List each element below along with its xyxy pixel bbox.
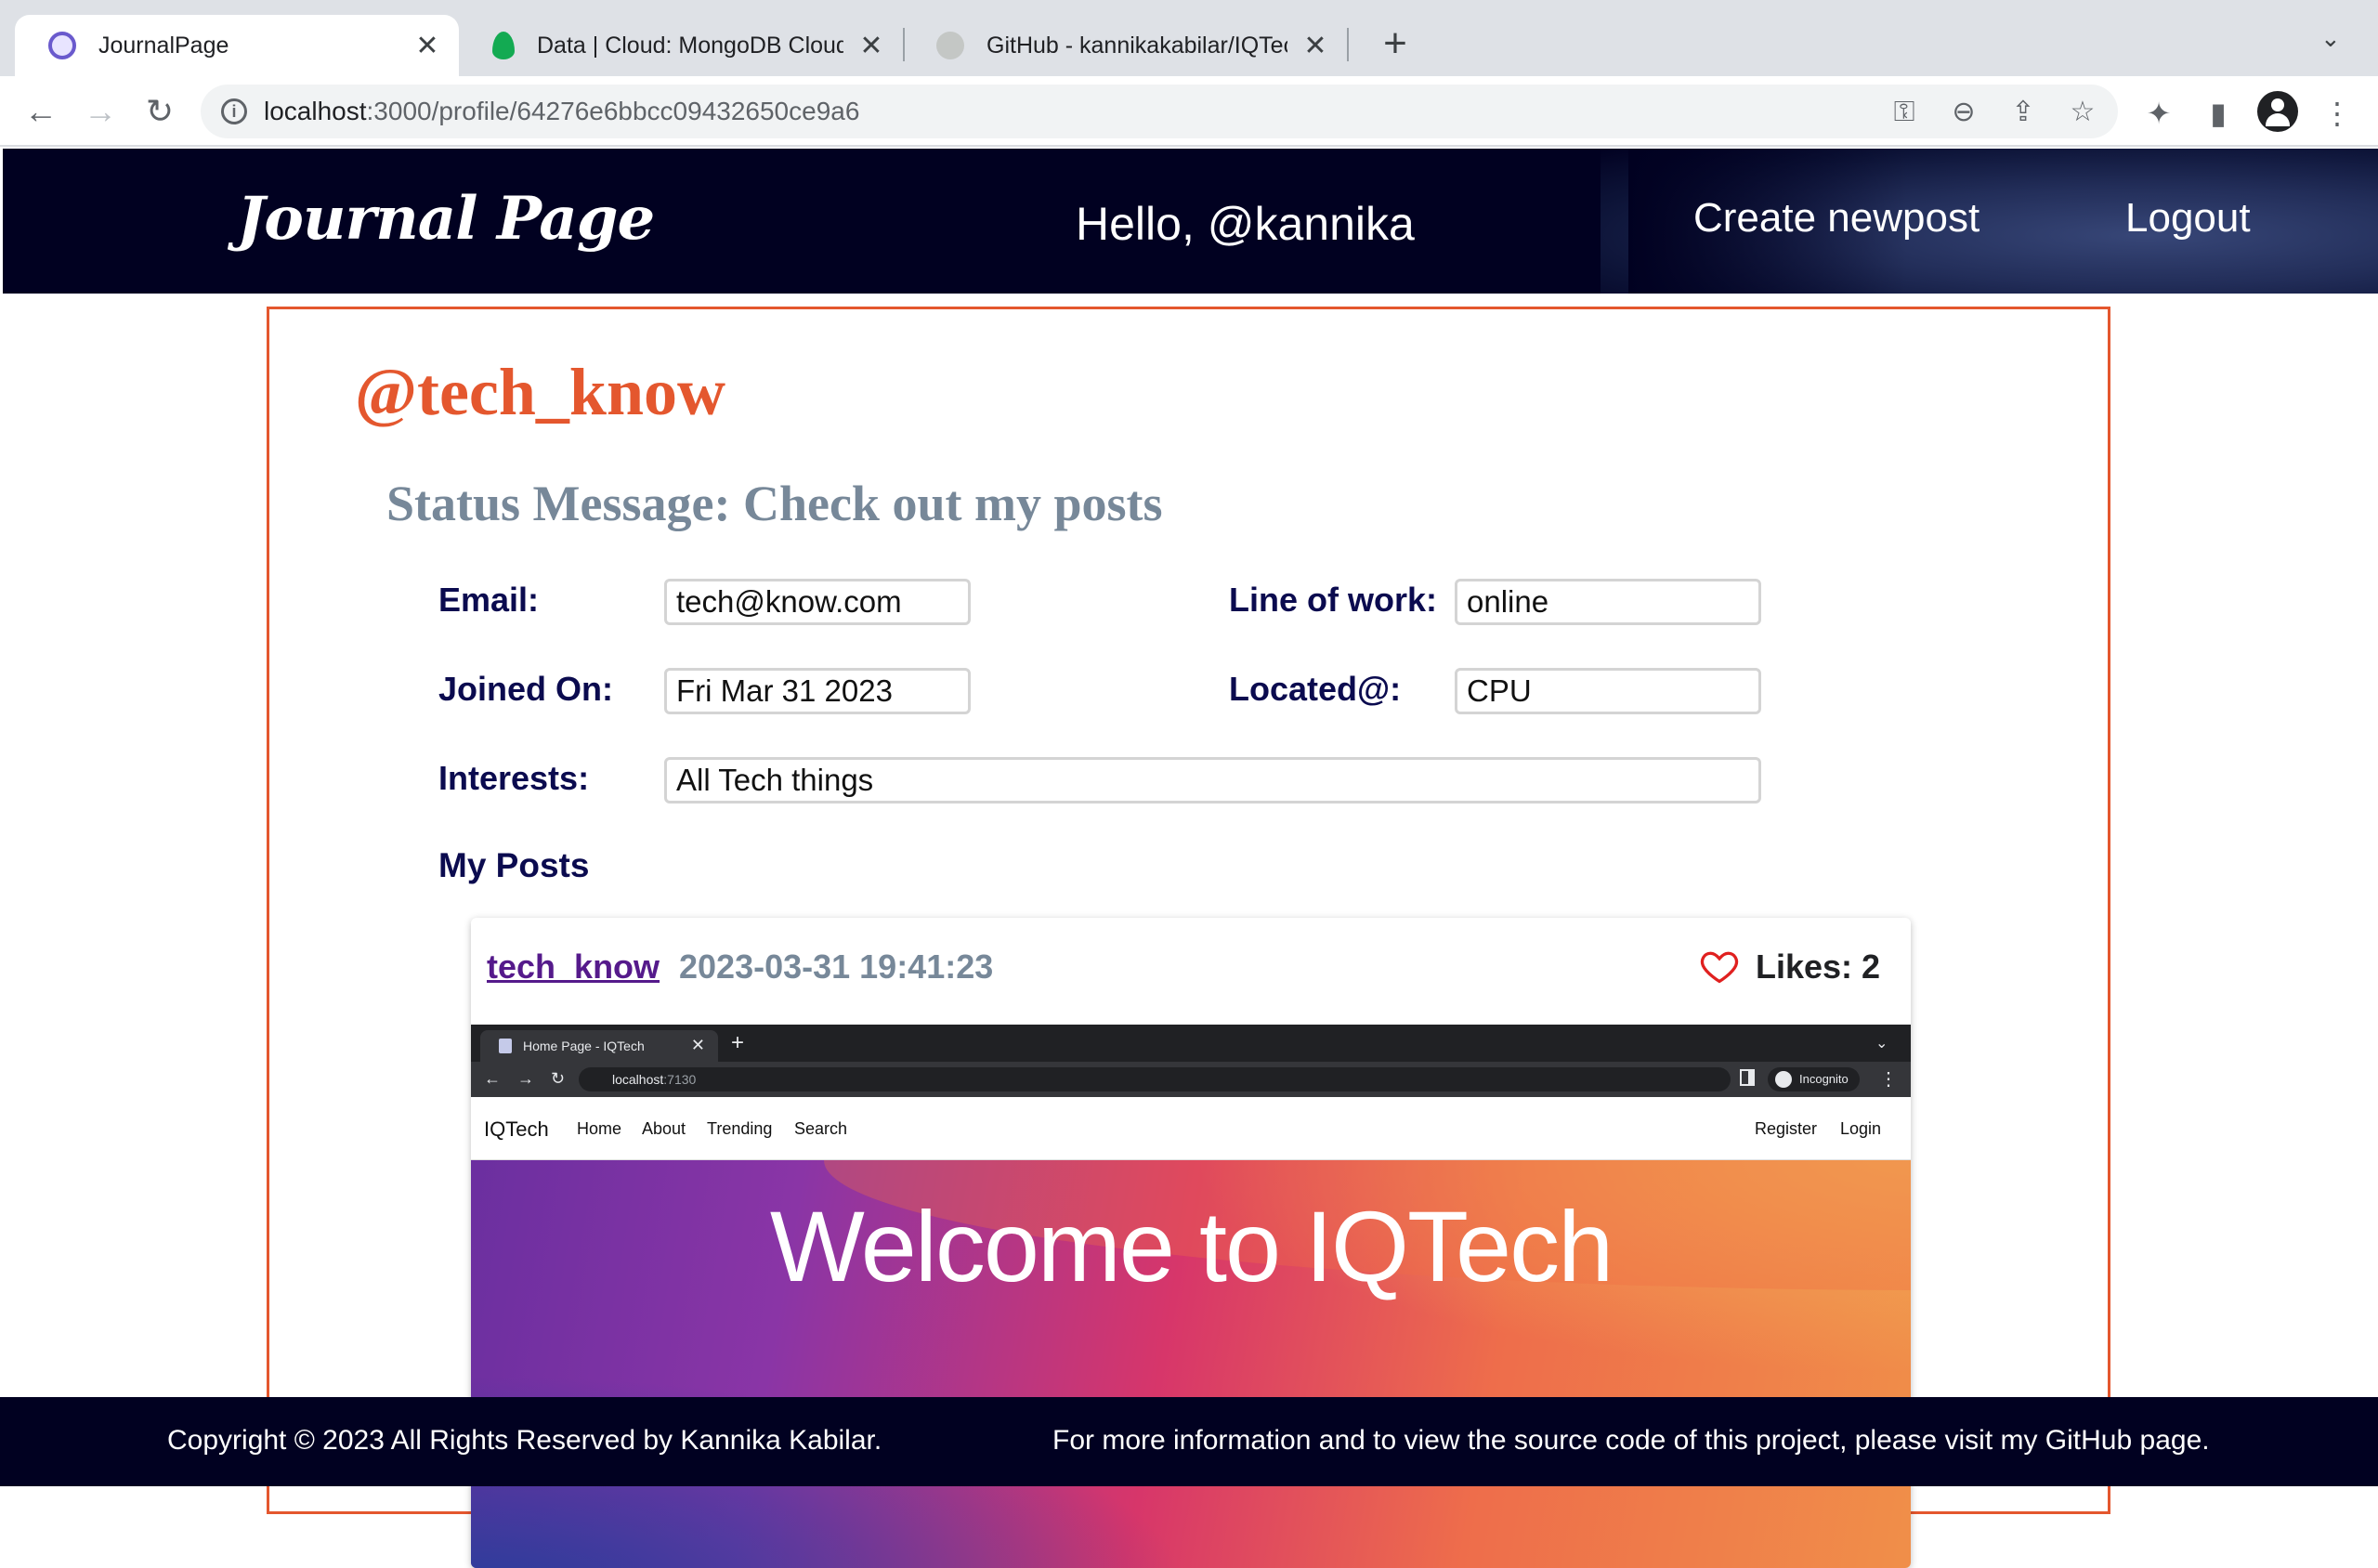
browser-menu-icon[interactable]: ⋮ [2319,95,2356,132]
email-field[interactable] [664,579,971,625]
close-icon: ✕ [690,1036,705,1054]
joined-on-field[interactable] [664,668,971,714]
image-site-nav: IQTech Home About Trending Search Regist… [471,1097,1911,1160]
journal-favicon-icon [48,32,76,59]
menu-dots-icon: ⋮ [1879,1069,1898,1090]
reload-button[interactable]: ↻ [137,89,182,134]
my-posts-heading: My Posts [438,846,590,884]
image-url-host: localhost [612,1072,664,1087]
greeting: Hello, @kannika [1076,198,1415,250]
profile-avatar-icon[interactable] [2257,91,2298,132]
image-address-bar: localhost:7130 ☆ [579,1067,1820,1091]
side-panel-icon[interactable]: ▮ [2200,95,2237,132]
extensions-icon[interactable]: ✦ [2140,95,2177,132]
url-host: localhost [264,97,367,125]
browser-tab-journalpage[interactable]: JournalPage ✕ [15,15,459,76]
status-message: Status Message: Check out my posts [386,476,1163,531]
page-icon [499,1039,512,1053]
profile-card: @tech_know Status Message: Check out my … [267,307,2110,1568]
new-tab-button[interactable]: + [1373,22,1418,67]
incognito-badge: Incognito [1768,1067,1860,1091]
image-browser-tab: Home Page - IQTech ✕ [480,1030,718,1062]
image-hero-title: Welcome to IQTech [769,1190,1614,1302]
image-nav-link: Trending [707,1119,773,1138]
post-author-link[interactable]: tech_know [487,947,660,987]
image-brand: IQTech [484,1117,549,1141]
close-icon[interactable]: ✕ [414,30,440,62]
chevron-down-icon: ⌄ [1875,1036,1888,1052]
site-footer: Copyright © 2023 All Rights Reserved by … [0,1397,2378,1486]
image-nav-link: Home [577,1119,622,1138]
browser-tab-strip: JournalPage ✕ Data | Cloud: MongoDB Clou… [0,0,2378,76]
create-newpost-link[interactable]: Create newpost [1693,195,1979,242]
located-label: Located@: [1229,670,1402,708]
back-button[interactable]: ← [19,89,63,134]
mongodb-leaf-icon [492,32,515,59]
located-field[interactable] [1455,668,1761,714]
post-image: Home Page - IQTech ✕ + ⌄ ←→↻ localhost:7… [471,1025,1911,1568]
post-date: 2023-03-31 19:41:23 [679,947,994,986]
email-label: Email: [438,581,540,619]
footer-copyright: Copyright © 2023 All Rights Reserved by … [167,1425,882,1456]
plus-icon: + [731,1030,745,1055]
image-url-port: :7130 [663,1072,697,1087]
site-header: Journal Page Hello, @kannika Create newp… [3,149,2378,294]
share-icon[interactable]: ⇪ [2006,96,2040,129]
site-info-icon[interactable]: i [221,98,247,124]
heart-like-icon[interactable] [1699,946,1740,987]
github-icon [936,32,964,59]
browser-tab-mongodb[interactable]: Data | Cloud: MongoDB Cloud ✕ [459,15,903,76]
image-hero: Welcome to IQTech [471,1160,1911,1568]
browser-toolbar: ← → ↻ i localhost:3000/profile/64276e6bb… [0,76,2378,147]
address-bar[interactable]: i localhost:3000/profile/64276e6bbcc0943… [201,85,2118,138]
tab-title: GitHub - kannikakabilar/IQTech [986,32,1287,59]
url-path: :3000/profile/64276e6bbcc09432650ce9a6 [366,97,860,125]
close-icon[interactable]: ✕ [858,30,884,62]
profile-username: @tech_know [355,355,725,429]
image-nav-link: Login [1840,1119,1882,1138]
tab-title: Data | Cloud: MongoDB Cloud [537,32,843,59]
line-of-work-label: Line of work: [1229,581,1437,619]
password-key-icon[interactable]: ⚿ [1888,96,1921,129]
image-nav-link: About [642,1119,686,1138]
tab-search-chevron-icon[interactable]: ⌄ [2320,24,2341,53]
url-text[interactable]: localhost:3000/profile/64276e6bbcc094326… [264,97,859,126]
image-nav-link: Search [794,1119,848,1138]
image-tab-title: Home Page - IQTech [523,1039,645,1053]
zoom-icon[interactable]: ⊖ [1947,96,1980,129]
browser-tab-github[interactable]: GitHub - kannikakabilar/IQTech ✕ [903,15,1347,76]
image-browser-tabbar: Home Page - IQTech ✕ + ⌄ [471,1025,1911,1062]
image-nav-link: Register [1755,1119,1818,1138]
image-nav-arrows-icon: ←→↻ [484,1069,582,1088]
likes-count: Likes: 2 [1756,947,1881,986]
joined-on-label: Joined On: [438,670,613,708]
close-icon[interactable]: ✕ [1302,30,1328,62]
logout-link[interactable]: Logout [2125,195,2251,242]
bookmark-star-icon[interactable]: ☆ [2066,96,2099,129]
site-logo[interactable]: Journal Page [237,184,655,254]
tab-separator [1347,28,1349,61]
tab-title: JournalPage [98,32,229,59]
interests-field[interactable] [664,757,1761,804]
forward-button[interactable]: → [78,89,123,134]
footer-info: For more information and to view the sou… [1052,1425,2210,1456]
image-browser-urlbar: ←→↻ localhost:7130 ☆ Incognito ⋮ [471,1062,1911,1097]
interests-label: Interests: [438,759,590,797]
line-of-work-field[interactable] [1455,579,1761,625]
side-panel-icon [1740,1069,1755,1086]
